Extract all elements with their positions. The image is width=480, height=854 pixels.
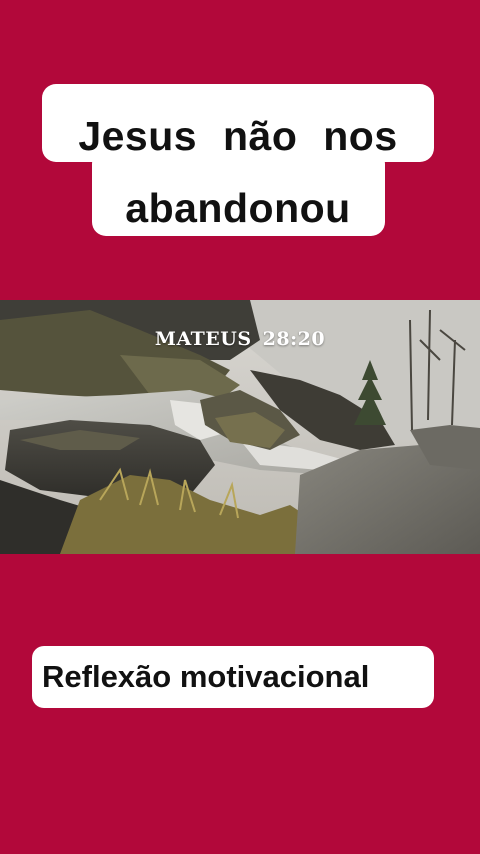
verse-reference-overlay: MATEUS 28:20 <box>154 328 326 350</box>
subtitle-caption: Reflexão motivacional <box>42 659 370 694</box>
title-line-2: abandonou <box>125 185 351 231</box>
title-caption: Jesus não nos abandonou <box>0 0 480 260</box>
title-text: Jesus não nos abandonou <box>42 100 434 244</box>
story-screen: Jesus não nos abandonou MATEUS 28:20 Ref… <box>0 0 480 854</box>
video-frame[interactable]: MATEUS 28:20 <box>0 300 480 554</box>
title-line-1: Jesus não nos <box>78 113 398 159</box>
